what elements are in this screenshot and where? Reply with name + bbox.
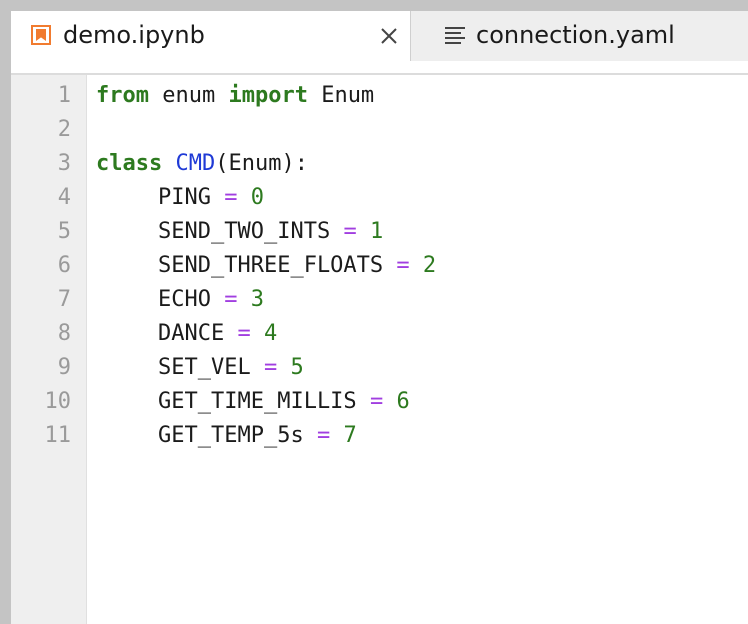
code-text: SET_VEL = 5 <box>96 351 304 385</box>
number: 4 <box>263 321 278 346</box>
code-line[interactable]: 1 from enum import Enum <box>11 75 748 109</box>
line-number: 6 <box>57 253 71 278</box>
keyword: class <box>96 151 163 176</box>
tab-label: demo.ipynb <box>63 21 205 49</box>
identifier: SEND_TWO_INTS <box>158 219 331 244</box>
code-line[interactable]: 3 class CMD(Enum): <box>11 143 748 177</box>
code-text: GET_TEMP_5s = 7 <box>96 419 357 453</box>
code-token: Enum <box>307 83 375 108</box>
code-line[interactable]: 9 SET_VEL = 5 <box>11 347 748 381</box>
number: 1 <box>369 219 384 244</box>
line-number: 11 <box>44 423 72 448</box>
identifier: GET_TIME_MILLIS <box>158 389 357 414</box>
code-token: enum <box>148 83 229 108</box>
code-text: SEND_TWO_INTS = 1 <box>96 215 383 249</box>
code-line[interactable]: 5 SEND_TWO_INTS = 1 <box>11 211 748 245</box>
tab-connection-yaml[interactable]: connection.yaml <box>411 11 748 61</box>
code-editor[interactable]: 1 from enum import Enum 2 3 class CMD(En… <box>11 75 748 449</box>
identifier: GET_TEMP_5s <box>158 423 304 448</box>
operator: = <box>263 355 278 380</box>
number: 5 <box>290 355 304 380</box>
code-line[interactable]: 4 PING = 0 <box>11 177 748 211</box>
code-text: class CMD(Enum): <box>96 147 308 181</box>
code-text: GET_TIME_MILLIS = 6 <box>96 385 410 419</box>
code-line[interactable]: 8 DANCE = 4 <box>11 313 748 347</box>
code-token: (Enum): <box>215 151 308 176</box>
line-number: 10 <box>44 389 72 414</box>
operator: = <box>237 321 251 346</box>
line-number: 8 <box>57 321 71 346</box>
editor-window: demo.ipynb connection.yaml 1 from enum i… <box>11 11 748 624</box>
identifier: SEND_THREE_FLOATS <box>158 253 384 278</box>
class-name: CMD <box>175 151 216 176</box>
number: 0 <box>250 185 264 210</box>
operator: = <box>369 389 384 414</box>
tab-label: connection.yaml <box>476 21 675 49</box>
code-line[interactable]: 6 SEND_THREE_FLOATS = 2 <box>11 245 748 279</box>
code-line[interactable]: 2 <box>11 109 748 143</box>
operator: = <box>316 423 331 448</box>
code-text: PING = 0 <box>96 181 264 215</box>
text-file-icon <box>445 27 465 44</box>
line-number: 3 <box>57 151 71 176</box>
operator: = <box>396 253 410 278</box>
code-line[interactable]: 7 ECHO = 3 <box>11 279 748 313</box>
identifier: DANCE <box>158 321 225 346</box>
code-text: from enum import Enum <box>96 79 374 113</box>
code-text: SEND_THREE_FLOATS = 2 <box>96 249 436 283</box>
operator: = <box>224 287 238 312</box>
number: 3 <box>250 287 264 312</box>
notebook-icon <box>31 25 51 45</box>
line-number: 9 <box>57 355 71 380</box>
identifier: ECHO <box>158 287 211 312</box>
number: 6 <box>396 389 410 414</box>
tab-demo-ipynb[interactable]: demo.ipynb <box>11 11 411 62</box>
close-icon[interactable] <box>377 24 401 48</box>
operator: = <box>224 185 238 210</box>
keyword: from <box>96 83 149 108</box>
keyword: import <box>228 83 308 108</box>
code-line[interactable]: 11 GET_TEMP_5s = 7 <box>11 415 748 449</box>
identifier: PING <box>158 185 211 210</box>
editor-toolbar <box>11 61 748 75</box>
line-number: 1 <box>57 83 71 108</box>
code-line[interactable]: 10 GET_TIME_MILLIS = 6 <box>11 381 748 415</box>
number: 7 <box>343 423 357 448</box>
code-text: DANCE = 4 <box>96 317 277 351</box>
number: 2 <box>422 253 437 278</box>
operator: = <box>343 219 357 244</box>
line-number: 5 <box>57 219 71 244</box>
tab-bar: demo.ipynb connection.yaml <box>11 11 748 62</box>
line-number: 4 <box>57 185 71 210</box>
line-number: 2 <box>57 117 71 142</box>
line-number: 7 <box>57 287 71 312</box>
identifier: SET_VEL <box>158 355 251 380</box>
code-text: ECHO = 3 <box>96 283 264 317</box>
